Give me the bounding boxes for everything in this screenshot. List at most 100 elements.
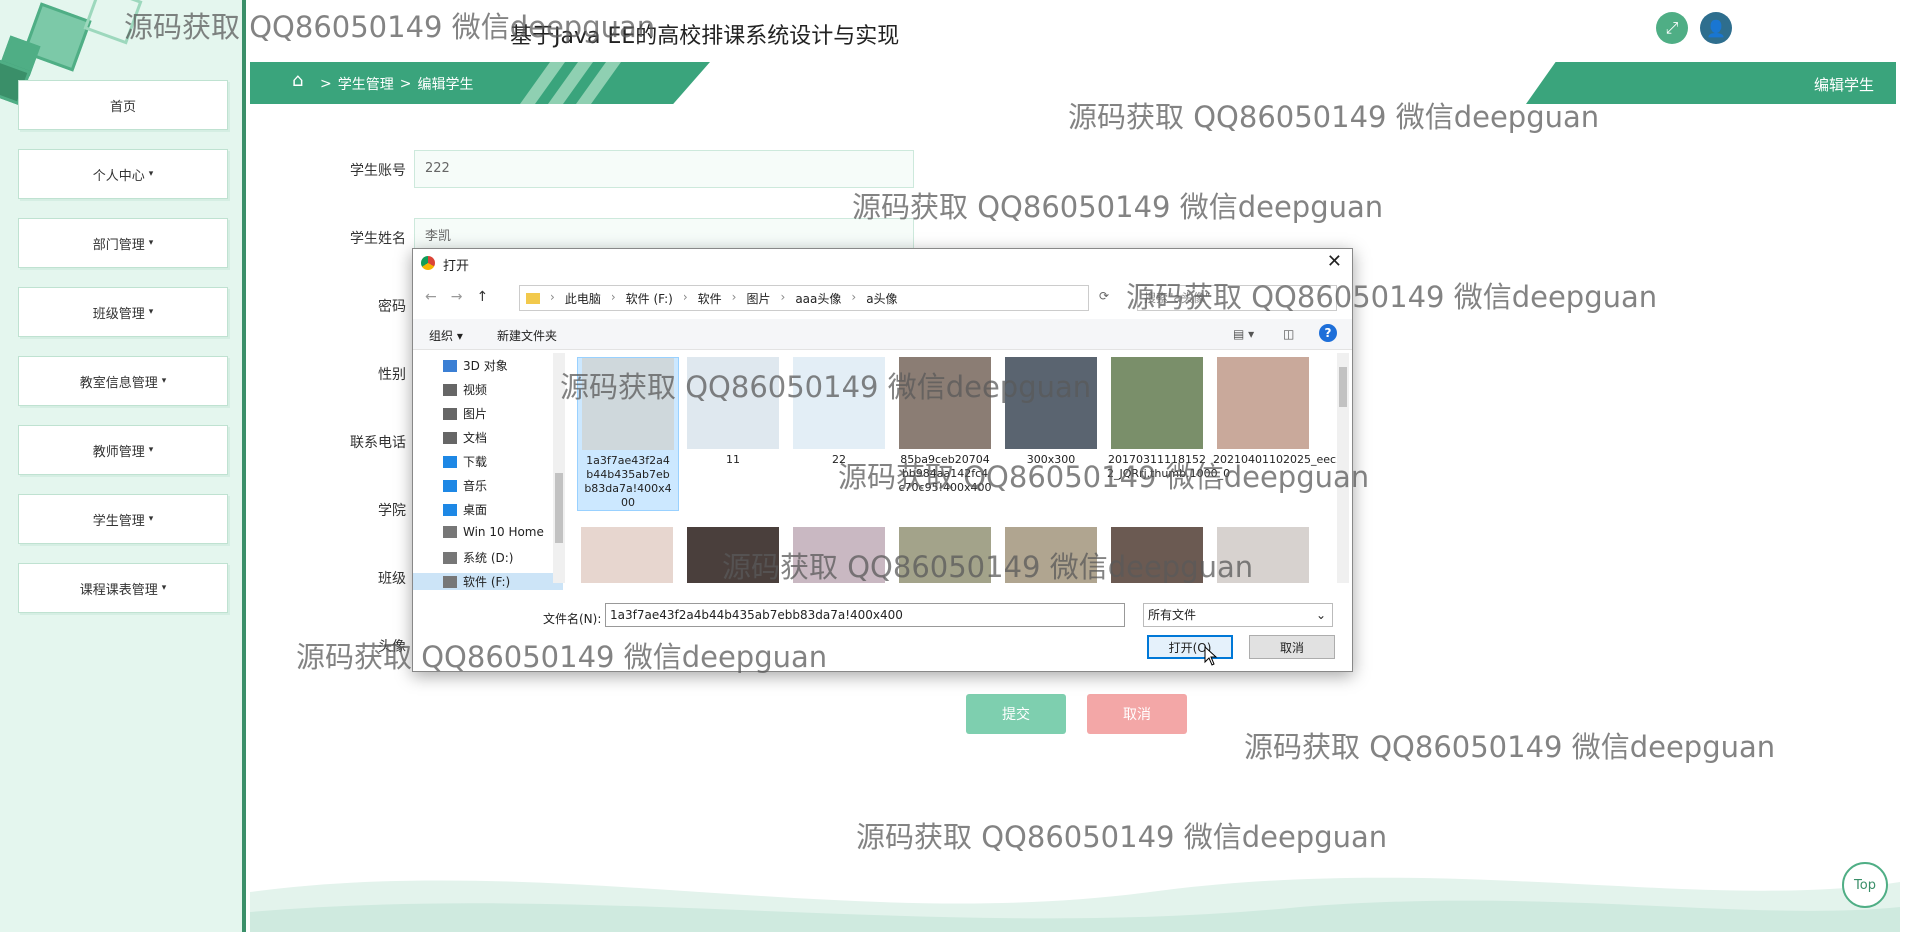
sidebar-item[interactable]: 教室信息管理 ▾: [18, 356, 228, 406]
decor-stripes: [520, 62, 621, 104]
file-item[interactable]: 22: [789, 357, 889, 467]
refresh-icon[interactable]: ⟳: [1099, 289, 1109, 303]
view-options-icon[interactable]: ▤ ▾: [1233, 327, 1254, 341]
file-item[interactable]: [1001, 527, 1101, 583]
search-input[interactable]: 搜索"a头像": [1137, 285, 1337, 311]
tree-item-label: 视频: [463, 383, 488, 397]
file-item[interactable]: 20210401102025_eec27: [1213, 357, 1349, 467]
image-thumbnail: [899, 527, 991, 583]
files-scrollbar[interactable]: [1337, 353, 1349, 583]
sidebar-item[interactable]: 学生管理 ▾: [18, 494, 228, 544]
tree-item[interactable]: 图片: [443, 405, 487, 422]
up-arrow-icon[interactable]: ↑: [476, 289, 488, 305]
sidebar-item[interactable]: 部门管理 ▾: [18, 218, 228, 268]
path-separator[interactable]: ›: [781, 290, 786, 307]
file-item[interactable]: [895, 527, 995, 583]
tree-item[interactable]: 3D 对象: [443, 357, 508, 374]
tree-item[interactable]: 视频: [443, 381, 487, 398]
dialog-title: 打开: [443, 259, 470, 274]
file-name: 22: [832, 453, 846, 466]
address-bar[interactable]: › 此电脑 › 软件 (F:) › 软件 › 图片 › aaa头像 › a头像: [519, 285, 1089, 311]
class-label: 班级: [378, 571, 406, 587]
sidebar-item[interactable]: 教师管理 ▾: [18, 425, 228, 475]
fullscreen-icon[interactable]: ⤢: [1656, 12, 1688, 44]
file-item[interactable]: [1213, 527, 1313, 583]
tree-scroll-thumb[interactable]: [555, 473, 563, 543]
image-thumbnail: [1217, 357, 1309, 449]
folder-icon: [443, 407, 457, 420]
sidebar-item-label: 教室信息管理: [79, 375, 158, 391]
path-separator[interactable]: ›: [732, 290, 737, 307]
submit-button[interactable]: 提交: [966, 694, 1066, 734]
file-item[interactable]: [683, 527, 783, 583]
system-title: 基于Java EE的高校排课系统设计与实现: [510, 24, 900, 49]
path-separator[interactable]: ›: [683, 290, 688, 307]
breadcrumb-separator: >: [399, 76, 412, 92]
help-icon[interactable]: ?: [1319, 324, 1337, 342]
cancel-button[interactable]: 取消: [1087, 694, 1187, 734]
path-separator[interactable]: ›: [550, 290, 555, 307]
path-segment[interactable]: 此电脑: [565, 290, 601, 307]
caret-down-icon: ▾: [148, 238, 154, 248]
path-segment[interactable]: 软件: [698, 290, 722, 307]
filetype-select[interactable]: 所有文件 ⌄: [1143, 603, 1333, 627]
tree-item[interactable]: 文档: [443, 429, 487, 446]
file-item[interactable]: [1107, 527, 1207, 583]
watermark: 源码获取 QQ86050149 微信deepguan: [852, 190, 1384, 224]
dialog-cancel-button[interactable]: 取消: [1249, 635, 1335, 659]
image-thumbnail: [1111, 357, 1203, 449]
close-icon[interactable]: ✕: [1327, 251, 1342, 272]
organize-menu[interactable]: 组织 ▾: [429, 327, 463, 344]
sidebar-item[interactable]: 个人中心 ▾: [18, 149, 228, 199]
back-to-top-button[interactable]: Top: [1842, 862, 1888, 908]
tree-item[interactable]: 桌面: [443, 501, 487, 518]
breadcrumb-separator: >: [320, 76, 332, 92]
dialog-toolbar: 组织 ▾ 新建文件夹 ▤ ▾ ◫ ?: [413, 319, 1352, 350]
file-item[interactable]: [577, 527, 677, 583]
new-folder-button[interactable]: 新建文件夹: [497, 327, 557, 344]
tree-item-label: 图片: [463, 407, 488, 421]
file-item[interactable]: [789, 527, 889, 583]
breadcrumb-item-student-mgmt[interactable]: 学生管理: [338, 74, 394, 94]
sidebar-item[interactable]: 首页: [18, 80, 228, 130]
files-scroll-thumb[interactable]: [1339, 367, 1347, 407]
file-item[interactable]: 85ba9ceb20704 bb984aa142fc4 c70c95!400x4…: [895, 357, 995, 495]
breadcrumb: > 学生管理 > 编辑学生: [320, 74, 473, 94]
path-segment[interactable]: 软件 (F:): [626, 290, 673, 307]
tree-scrollbar[interactable]: [553, 353, 565, 583]
sidebar-item[interactable]: 课程课表管理 ▾: [18, 563, 228, 613]
tree-item[interactable]: Win 10 Home: [443, 525, 544, 539]
filename-input[interactable]: 1a3f7ae43f2a4b44b435ab7ebb83da7a!400x400: [605, 603, 1125, 627]
watermark: 源码获取 QQ86050149 微信deepguan: [1244, 730, 1776, 764]
gender-label: 性别: [378, 367, 406, 383]
sidebar-item-label: 首页: [109, 99, 136, 115]
watermark: 源码获取 QQ86050149 微信deepguan: [1068, 100, 1600, 134]
preview-pane-icon[interactable]: ◫: [1283, 327, 1294, 341]
file-open-dialog: 打开 ✕ ← → ↑ › 此电脑 › 软件 (F:) › 软件 › 图片 › aaa头像 › a头像 …: [412, 248, 1353, 672]
open-button[interactable]: 打开(O): [1147, 635, 1233, 659]
user-icon[interactable]: 👤: [1700, 12, 1732, 44]
home-icon[interactable]: ⌂: [292, 70, 303, 91]
file-item[interactable]: 1a3f7ae43f2a4 b44b435ab7eb b83da7a!400x4…: [577, 357, 679, 511]
image-thumbnail: [582, 358, 674, 450]
college-label: 学院: [378, 503, 406, 519]
back-arrow-icon[interactable]: ←: [425, 289, 437, 305]
path-segment[interactable]: 图片: [746, 290, 770, 307]
path-segment[interactable]: a头像: [866, 290, 897, 307]
path-separator[interactable]: ›: [851, 290, 856, 307]
file-item[interactable]: 300x300: [1001, 357, 1101, 467]
path-segment[interactable]: aaa头像: [795, 290, 841, 307]
watermark: 源码获取 QQ86050149 微信deepguan: [856, 820, 1388, 854]
sidebar-item-label: 班级管理: [92, 306, 145, 322]
account-input[interactable]: 222: [414, 150, 914, 188]
tree-item[interactable]: 音乐: [443, 477, 487, 494]
file-item[interactable]: 11: [683, 357, 783, 467]
forward-arrow-icon[interactable]: →: [451, 289, 463, 305]
tree-item[interactable]: 系统 (D:): [443, 549, 513, 566]
sidebar-item[interactable]: 班级管理 ▾: [18, 287, 228, 337]
tree-item[interactable]: 下载: [443, 453, 487, 470]
file-item[interactable]: 20170311118152 2_JQRrj.thumb.1000_0: [1107, 357, 1230, 481]
path-separator[interactable]: ›: [611, 290, 616, 307]
tree-item[interactable]: 软件 (F:): [413, 573, 563, 590]
address-path: › 此电脑 › 软件 (F:) › 软件 › 图片 › aaa头像 › a头像: [550, 290, 898, 307]
